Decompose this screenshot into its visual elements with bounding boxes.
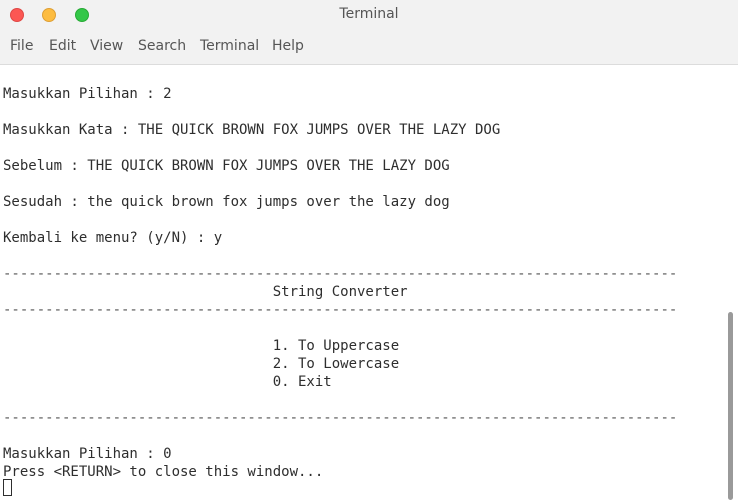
menu-file[interactable]: File bbox=[10, 38, 33, 54]
menu-divider: ----------------------------------------… bbox=[3, 302, 678, 318]
menu-divider: ----------------------------------------… bbox=[3, 266, 678, 282]
title-bar[interactable]: Terminal bbox=[0, 0, 738, 30]
scrollbar-thumb[interactable] bbox=[728, 312, 733, 500]
window-title: Terminal bbox=[339, 6, 399, 22]
menu-heading: String Converter bbox=[3, 284, 408, 300]
menu-option: 2. To Lowercase bbox=[3, 356, 400, 372]
menu-bar: File Edit View Search Terminal Help bbox=[0, 30, 738, 65]
terminal-line: Masukkan Kata : THE QUICK BROWN FOX JUMP… bbox=[3, 122, 501, 138]
text-cursor bbox=[3, 479, 12, 496]
menu-option: 0. Exit bbox=[3, 374, 332, 390]
terminal-window: Terminal File Edit View Search Terminal … bbox=[0, 0, 738, 500]
terminal-line: Sesudah : the quick brown fox jumps over… bbox=[3, 194, 450, 210]
menu-help[interactable]: Help bbox=[272, 38, 304, 54]
terminal-line: Kembali ke menu? (y/N) : y bbox=[3, 230, 223, 246]
menu-divider: ----------------------------------------… bbox=[3, 410, 678, 426]
terminal-line: Press <RETURN> to close this window... bbox=[3, 464, 324, 480]
terminal-line: Masukkan Pilihan : 0 bbox=[3, 446, 172, 462]
menu-terminal[interactable]: Terminal bbox=[200, 38, 259, 54]
terminal-line: Masukkan Pilihan : 2 bbox=[3, 86, 172, 102]
menu-view[interactable]: View bbox=[90, 38, 123, 54]
menu-search[interactable]: Search bbox=[138, 38, 186, 54]
menu-edit[interactable]: Edit bbox=[49, 38, 76, 54]
terminal-line: Sebelum : THE QUICK BROWN FOX JUMPS OVER… bbox=[3, 158, 450, 174]
menu-option: 1. To Uppercase bbox=[3, 338, 400, 354]
